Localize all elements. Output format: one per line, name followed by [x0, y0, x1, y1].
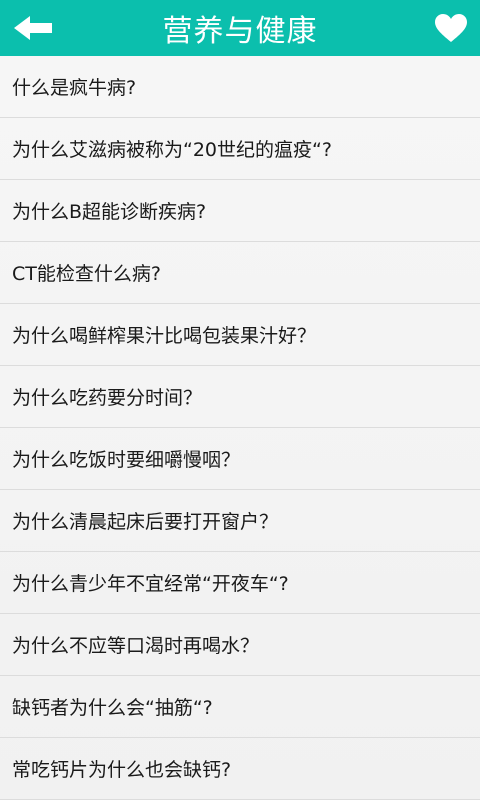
list-item[interactable]: 为什么艾滋病被称为“20世纪的瘟疫“? [0, 118, 480, 180]
list-item-label: 为什么艾滋病被称为“20世纪的瘟疫“? [12, 139, 332, 161]
list-item-label: 为什么青少年不宜经常“开夜车“? [12, 573, 289, 595]
question-list: 什么是疯牛病? 为什么艾滋病被称为“20世纪的瘟疫“? 为什么B超能诊断疾病? … [0, 56, 480, 800]
list-item[interactable]: 为什么不应等口渴时再喝水？ [0, 614, 480, 676]
list-item[interactable]: 常吃钙片为什么也会缺钙? [0, 738, 480, 800]
list-item-label: 什么是疯牛病? [12, 77, 137, 99]
list-item-label: 为什么吃饭时要细嚼慢咽？ [12, 449, 241, 471]
arrow-left-icon [14, 16, 52, 40]
favorite-button[interactable] [420, 0, 468, 56]
list-item[interactable]: 缺钙者为什么会“抽筋“? [0, 676, 480, 738]
page-title: 营养与健康 [162, 14, 318, 49]
list-item[interactable]: 为什么喝鲜榨果汁比喝包装果汁好？ [0, 304, 480, 366]
list-item-label: 为什么B超能诊断疾病? [12, 201, 207, 223]
list-item-label: 为什么清晨起床后要打开窗户？ [12, 511, 279, 533]
list-item[interactable]: 为什么吃饭时要细嚼慢咽？ [0, 428, 480, 490]
list-item[interactable]: 为什么青少年不宜经常“开夜车“? [0, 552, 480, 614]
back-button[interactable] [14, 0, 66, 56]
list-item-label: 为什么不应等口渴时再喝水？ [12, 635, 260, 657]
list-item-label: 缺钙者为什么会“抽筋“? [12, 697, 213, 719]
list-item[interactable]: 什么是疯牛病? [0, 56, 480, 118]
list-item-label: 为什么吃药要分时间？ [12, 387, 203, 409]
list-item[interactable]: 为什么B超能诊断疾病? [0, 180, 480, 242]
list-item-label: 为什么喝鲜榨果汁比喝包装果汁好？ [12, 325, 317, 347]
list-item[interactable]: 为什么清晨起床后要打开窗户？ [0, 490, 480, 552]
app-header: 营养与健康 [0, 0, 480, 56]
list-item[interactable]: CT能检查什么病? [0, 242, 480, 304]
list-item[interactable]: 为什么吃药要分时间？ [0, 366, 480, 428]
heart-icon [435, 14, 467, 42]
list-item-label: CT能检查什么病? [12, 263, 161, 285]
list-item-label: 常吃钙片为什么也会缺钙? [12, 759, 232, 781]
